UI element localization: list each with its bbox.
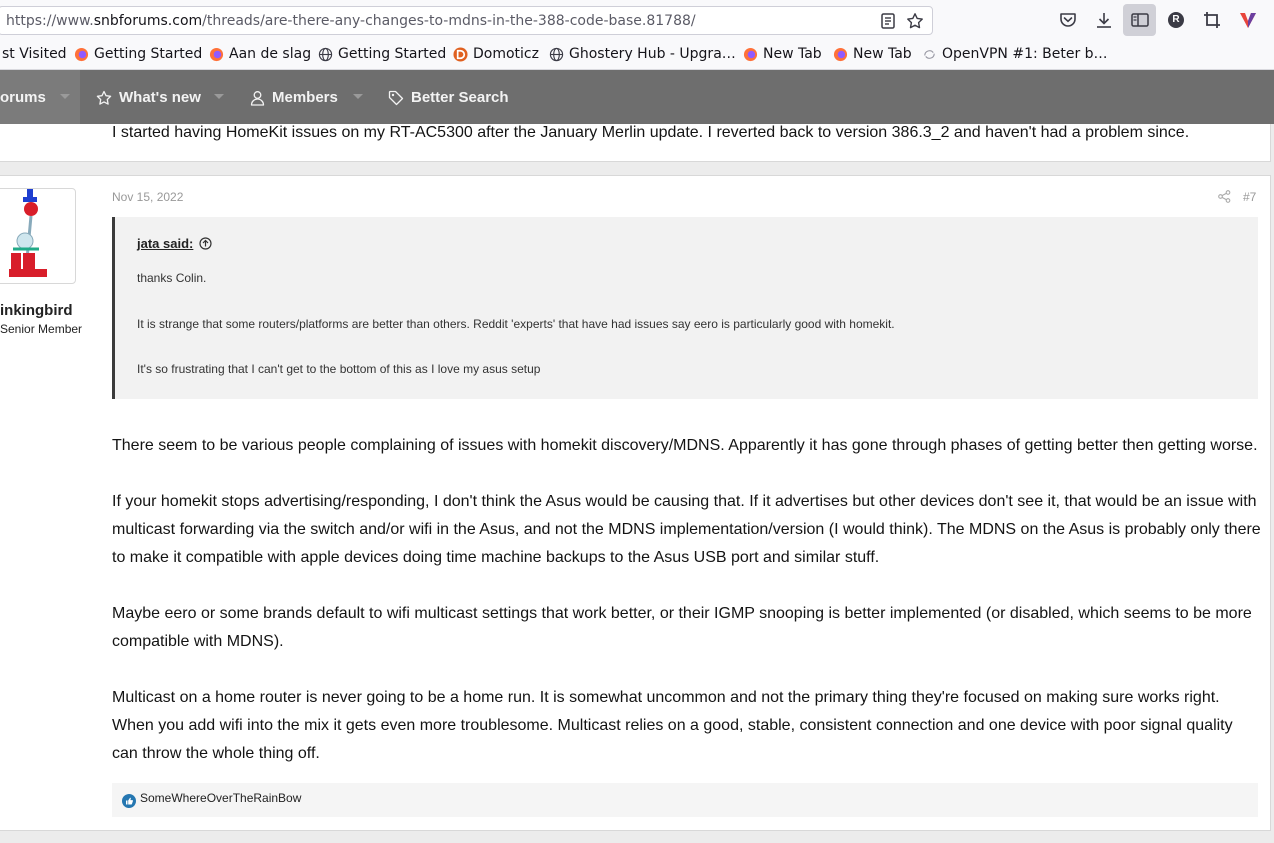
share-icon[interactable] bbox=[1218, 190, 1231, 203]
post-number[interactable]: #7 bbox=[1243, 190, 1256, 204]
nav-better-search-label: Better Search bbox=[411, 89, 509, 106]
bookmark-label: New Tab bbox=[763, 46, 822, 62]
post-paragraph: Multicast on a home router is never goin… bbox=[112, 689, 1233, 762]
bookmark-aan-de-slag[interactable]: Aan de slag bbox=[209, 46, 311, 62]
chevron-down-icon[interactable] bbox=[353, 94, 363, 99]
bookmark-label: Domoticz bbox=[473, 46, 539, 62]
firefox-icon bbox=[209, 47, 224, 61]
bookmark-label: st Visited bbox=[2, 46, 67, 62]
quote-line: It is strange that some routers/platform… bbox=[137, 317, 895, 331]
nav-members-label: Members bbox=[272, 89, 338, 106]
globe-icon bbox=[318, 47, 333, 61]
profile-avatar-icon[interactable]: R bbox=[1168, 12, 1184, 28]
chevron-down-icon[interactable] bbox=[60, 94, 70, 99]
like-icon bbox=[122, 794, 136, 808]
post-paragraph: There seem to be various people complain… bbox=[112, 437, 1258, 454]
quote-block: jata said: thanks Colin. It is strange t… bbox=[112, 217, 1258, 399]
quote-line: It's so frustrating that I can't get to … bbox=[137, 362, 541, 376]
nav-forums[interactable]: orums bbox=[0, 89, 46, 106]
bookmark-getting-started-2[interactable]: Getting Started bbox=[318, 46, 446, 62]
bookmark-new-tab-1[interactable]: New Tab bbox=[743, 46, 822, 62]
bookmark-ghostery-hub[interactable]: Ghostery Hub - Upgra… bbox=[549, 46, 736, 62]
downloads-icon[interactable] bbox=[1094, 10, 1114, 30]
sidebar-icon bbox=[1131, 13, 1149, 27]
avatar[interactable] bbox=[0, 188, 76, 284]
bookmark-label: OpenVPN #1: Beter b… bbox=[942, 46, 1108, 62]
quote-attribution[interactable]: jata said: bbox=[137, 236, 212, 251]
nav-better-search[interactable]: Better Search bbox=[388, 89, 509, 106]
post-author-name[interactable]: inkingbird bbox=[0, 302, 73, 319]
domoticz-icon bbox=[453, 46, 468, 62]
address-bar[interactable]: https://www.snbforums.com/threads/are-th… bbox=[0, 6, 933, 35]
pocket-icon[interactable] bbox=[1058, 10, 1078, 30]
tag-icon bbox=[388, 90, 404, 105]
firefox-icon bbox=[743, 47, 758, 61]
quote-author[interactable]: jata said: bbox=[137, 236, 193, 251]
firefox-icon bbox=[833, 47, 848, 61]
bookmark-label: New Tab bbox=[853, 46, 912, 62]
extension-v-icon[interactable] bbox=[1238, 10, 1258, 30]
star-icon bbox=[96, 90, 112, 105]
arrow-up-circle-icon[interactable] bbox=[199, 237, 212, 250]
url-text[interactable]: https://www.snbforums.com/threads/are-th… bbox=[6, 13, 696, 29]
nav-whats-new-label: What's new bbox=[119, 89, 201, 106]
reader-view-icon[interactable] bbox=[879, 12, 897, 30]
bookmark-most-visited[interactable]: st Visited bbox=[2, 46, 67, 62]
bookmark-label: Aan de slag bbox=[229, 46, 312, 62]
post-paragraph: Maybe eero or some brands default to wif… bbox=[112, 605, 1252, 650]
firefox-icon bbox=[74, 47, 89, 61]
site-navigation: orums What's new Members Better Search bbox=[0, 70, 1274, 124]
chevron-down-icon[interactable] bbox=[214, 94, 224, 99]
bookmark-label: Ghostery Hub - Upgra… bbox=[569, 46, 736, 62]
sidebar-button[interactable] bbox=[1123, 4, 1156, 36]
sync-icon bbox=[924, 49, 935, 59]
browser-toolbar: https://www.snbforums.com/threads/are-th… bbox=[0, 0, 1274, 40]
reactions-bar: SomeWhereOverTheRainBow bbox=[112, 783, 1258, 817]
nav-forums-label: orums bbox=[0, 89, 46, 106]
post-author-title: Senior Member bbox=[0, 322, 83, 336]
post-paragraph: If your homekit stops advertising/respon… bbox=[112, 493, 1261, 566]
crop-icon[interactable] bbox=[1202, 10, 1222, 30]
drinking-bird-avatar-image bbox=[9, 189, 47, 277]
nav-members[interactable]: Members bbox=[250, 89, 338, 106]
globe-icon bbox=[549, 47, 564, 61]
nav-whats-new[interactable]: What's new bbox=[96, 89, 201, 106]
post-date[interactable]: Nov 15, 2022 bbox=[112, 190, 183, 204]
user-icon bbox=[250, 90, 265, 106]
quote-line: thanks Colin. bbox=[137, 271, 207, 285]
bookmarks-toolbar: st Visited Getting Started Aan de slag G… bbox=[0, 40, 1274, 70]
bookmark-openvpn[interactable]: OpenVPN #1: Beter b… bbox=[922, 46, 1108, 62]
bookmark-star-icon[interactable] bbox=[906, 12, 924, 30]
bookmark-new-tab-2[interactable]: New Tab bbox=[833, 46, 912, 62]
bookmark-label: Getting Started bbox=[338, 46, 447, 62]
previous-post-text: I started having HomeKit issues on my RT… bbox=[112, 124, 1190, 141]
reaction-user[interactable]: SomeWhereOverTheRainBow bbox=[140, 791, 301, 805]
bookmark-label: Getting Started bbox=[94, 46, 203, 62]
bookmark-domoticz[interactable]: Domoticz bbox=[453, 46, 539, 62]
bookmark-getting-started-1[interactable]: Getting Started bbox=[74, 46, 202, 62]
